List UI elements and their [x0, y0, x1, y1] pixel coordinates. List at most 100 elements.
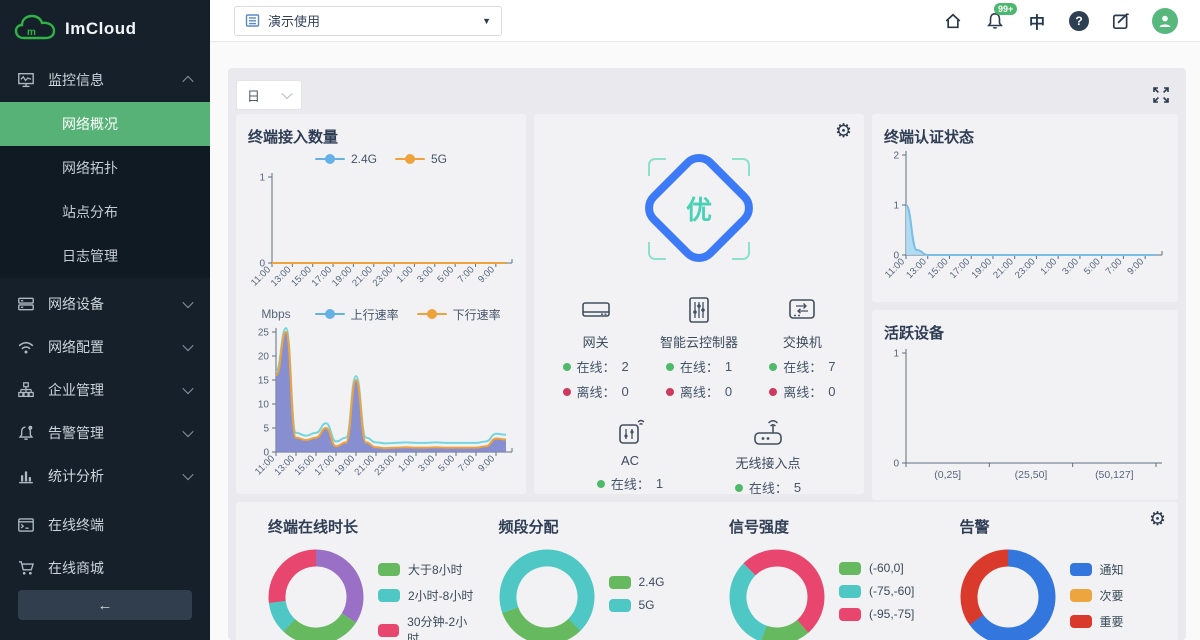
device-online: 在线：1	[666, 357, 732, 376]
signal-strength-donut	[729, 549, 825, 640]
fullscreen-button[interactable]	[1152, 86, 1170, 104]
donut-legend: (-60,0] (-75,-60] (-95,-75]	[839, 561, 914, 621]
chevron-down-icon	[182, 425, 193, 436]
online-dot	[735, 484, 743, 492]
sidebar-item-monitor-info[interactable]: 监控信息	[0, 58, 210, 102]
chevron-down-icon	[281, 88, 292, 99]
legend-label: 2.4G	[639, 575, 665, 589]
svg-text:(50,127]: (50,127]	[1095, 469, 1134, 481]
settings-gear-icon[interactable]: ⚙	[835, 122, 852, 141]
legend-marker	[315, 154, 345, 164]
settings-gear-icon[interactable]: ⚙	[1149, 510, 1166, 529]
header-actions: 99+ 中 ?	[942, 8, 1178, 34]
sidebar-item-network-overview[interactable]: 网络概况	[0, 102, 210, 146]
svg-text:(25,50]: (25,50]	[1015, 469, 1048, 481]
device-online: 在线：7	[769, 357, 835, 376]
legend-swatch	[1070, 615, 1092, 628]
legend-item[interactable]: 2.4G	[609, 575, 665, 589]
legend-label: (-95,-75]	[869, 607, 914, 621]
svg-text:23:00: 23:00	[373, 453, 398, 478]
svg-text:15:00: 15:00	[289, 264, 314, 289]
legend-item[interactable]: 通知	[1070, 561, 1124, 578]
sidebar-collapse-button[interactable]: ←	[18, 590, 192, 620]
device-online: 在线：2	[563, 357, 629, 376]
sidebar-item-network-config[interactable]: 网络配置	[0, 325, 210, 368]
legend-label: 2小时-8小时	[408, 587, 473, 604]
sidebar-item-statistics[interactable]: 统计分析	[0, 454, 210, 497]
legend-label: 5G	[431, 152, 447, 166]
chevron-down-icon	[182, 339, 193, 350]
org-selector[interactable]: 演示使用 ▼	[234, 6, 502, 36]
legend-item[interactable]: 5G	[609, 598, 665, 612]
legend-item-5g[interactable]: 5G	[395, 152, 447, 166]
period-selector[interactable]: 日	[236, 80, 302, 110]
sidebar-item-online-store[interactable]: 在线商城	[0, 546, 210, 589]
header: 演示使用 ▼ 99+ 中 ?	[210, 0, 1200, 42]
user-avatar[interactable]	[1152, 8, 1178, 34]
legend-item-24g[interactable]: 2.4G	[315, 152, 377, 166]
svg-text:5:00: 5:00	[435, 264, 456, 285]
notifications-button[interactable]: 99+	[984, 10, 1006, 32]
svg-text:9:00: 9:00	[476, 453, 497, 474]
band-allocation-donut	[499, 549, 595, 640]
legend-label: 大于8小时	[408, 561, 463, 578]
card-title: 终端接入数量	[248, 126, 514, 147]
card-terminal-access: 终端接入数量 2.4G 5G 1011:0013:0015:0017:0019:…	[236, 114, 526, 494]
sidebar-item-log-management[interactable]: 日志管理	[0, 234, 210, 278]
language-button[interactable]: 中	[1026, 10, 1048, 32]
sidebar-item-network-devices[interactable]: 网络设备	[0, 282, 210, 325]
legend-item-uplink[interactable]: 上行速率	[315, 306, 399, 323]
legend-item-downlink[interactable]: 下行速率	[417, 306, 501, 323]
sidebar-item-enterprise-mgmt[interactable]: 企业管理	[0, 368, 210, 411]
legend-item[interactable]: 次要	[1070, 587, 1124, 604]
sidebar-item-network-topology[interactable]: 网络拓扑	[0, 146, 210, 190]
alarm-bell-icon	[18, 425, 34, 441]
legend-item[interactable]: (-60,0]	[839, 561, 914, 575]
cloud-logo-icon: m	[14, 14, 56, 44]
sidebar-item-alarm-mgmt[interactable]: 告警管理	[0, 411, 210, 454]
svg-text:5:00: 5:00	[436, 453, 457, 474]
sidebar-item-site-distribution[interactable]: 站点分布	[0, 190, 210, 234]
offline-dot	[666, 388, 674, 396]
svg-text:11:00: 11:00	[884, 256, 907, 280]
org-selector-value: 演示使用	[268, 11, 474, 30]
svg-text:15: 15	[258, 376, 270, 387]
svg-text:13:00: 13:00	[904, 256, 929, 281]
terminal-icon	[18, 517, 34, 533]
health-grade-value: 优	[624, 132, 774, 284]
sidebar-item-label: 在线终端	[48, 515, 192, 535]
home-button[interactable]	[942, 10, 964, 32]
section-online-duration: 终端在线时长 大于8小时 2小时-8小时 30分钟-2小时	[246, 516, 477, 640]
legend-item[interactable]: (-95,-75]	[839, 607, 914, 621]
legend-swatch	[839, 562, 861, 575]
legend-item[interactable]: (-75,-60]	[839, 584, 914, 598]
chevron-down-icon	[182, 296, 193, 307]
legend-item[interactable]: 大于8小时	[378, 561, 477, 578]
sub-item-label: 站点分布	[62, 202, 118, 222]
svg-text:23:00: 23:00	[371, 264, 396, 289]
org-icon	[245, 13, 260, 28]
svg-text:17:00: 17:00	[310, 264, 335, 289]
legend-label: 重要	[1100, 613, 1124, 630]
sidebar-item-label: 告警管理	[48, 423, 184, 443]
legend-item[interactable]: 30分钟-2小时	[378, 613, 477, 640]
device-name: 无线接入点	[735, 453, 800, 472]
ac-icon	[613, 415, 647, 447]
section-title: 告警	[960, 516, 1169, 537]
legend-label: 30分钟-2小时	[407, 613, 476, 640]
dashboard: m ImCloud 监控信息 网络概况 网络拓扑 站点分布 日志管理 网络设备 …	[0, 0, 1200, 640]
logo[interactable]: m ImCloud	[0, 0, 210, 58]
card-wireless-stats: ⚙ 终端在线时长 大于8小时 2小时-8小时 30分钟-2小时 频段分配	[236, 502, 1178, 640]
section-title: 频段分配	[499, 516, 708, 537]
feedback-button[interactable]	[1110, 10, 1132, 32]
sub-item-label: 网络拓扑	[62, 158, 118, 178]
legend-item[interactable]: 重要	[1070, 613, 1124, 630]
svg-text:(0,25]: (0,25]	[934, 469, 961, 481]
svg-text:19:00: 19:00	[333, 453, 358, 478]
svg-text:15:00: 15:00	[926, 256, 951, 281]
sidebar-item-online-terminals[interactable]: 在线终端	[0, 503, 210, 546]
help-button[interactable]: ?	[1068, 10, 1090, 32]
online-dot	[597, 480, 605, 488]
legend-item[interactable]: 2小时-8小时	[378, 587, 477, 604]
svg-text:0: 0	[893, 459, 899, 470]
